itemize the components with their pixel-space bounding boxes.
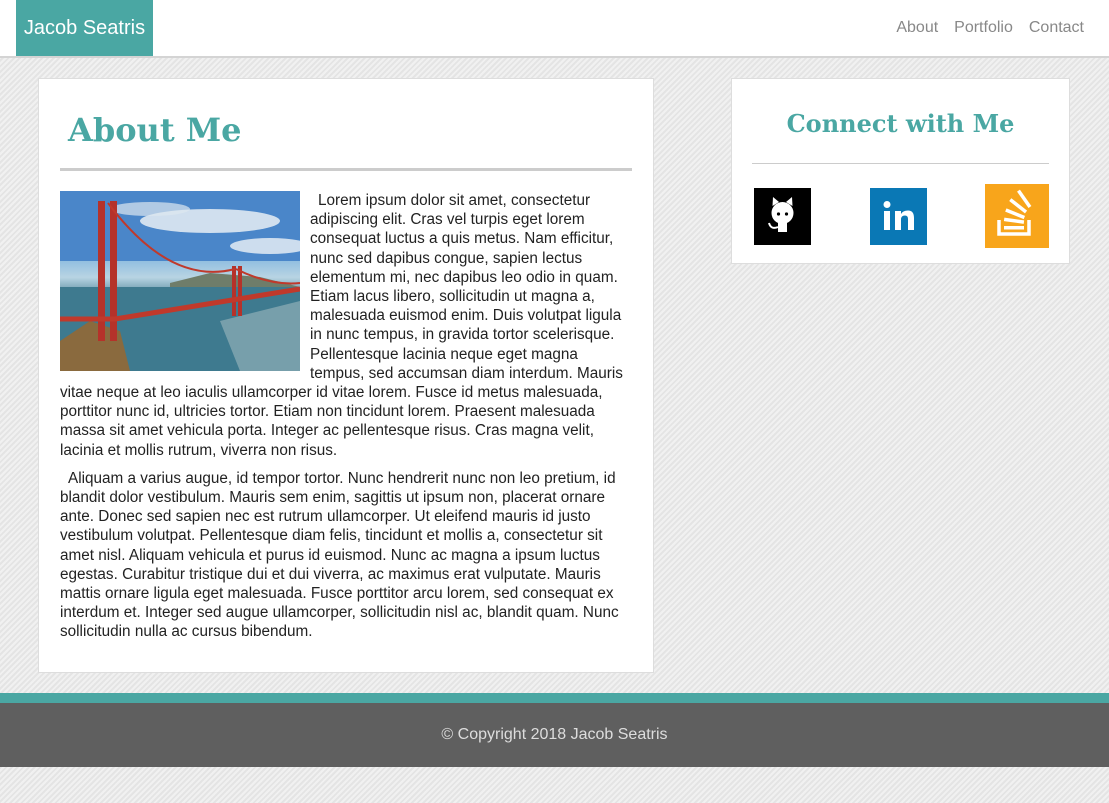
footer-accent-bar bbox=[0, 693, 1109, 703]
nav-link-about[interactable]: About bbox=[896, 0, 938, 56]
about-paragraph-2: Aliquam a varius augue, id tempor tortor… bbox=[60, 469, 619, 641]
nav-link-portfolio[interactable]: Portfolio bbox=[954, 0, 1013, 56]
linkedin-icon[interactable] bbox=[870, 187, 927, 245]
about-divider bbox=[60, 168, 632, 171]
golden-gate-photo bbox=[60, 191, 300, 371]
nav-links: About Portfolio Contact bbox=[880, 0, 1084, 56]
brand-link[interactable]: Jacob Seatris bbox=[16, 0, 153, 56]
nav-link-contact[interactable]: Contact bbox=[1029, 0, 1084, 56]
navbar: Jacob Seatris About Portfolio Contact bbox=[0, 0, 1109, 58]
about-title: About Me bbox=[68, 111, 242, 149]
about-card: About Me Lorem ipsum dolor sit amet, con… bbox=[38, 78, 654, 673]
social-links bbox=[752, 164, 1049, 248]
connect-card: Connect with Me bbox=[731, 78, 1070, 264]
about-body: Lorem ipsum dolor sit amet, consectetur … bbox=[60, 191, 632, 642]
copyright-text: © Copyright 2018 Jacob Seatris bbox=[441, 726, 668, 743]
connect-title: Connect with Me bbox=[786, 109, 1015, 138]
github-icon[interactable] bbox=[754, 187, 811, 245]
footer: © Copyright 2018 Jacob Seatris bbox=[0, 703, 1109, 767]
stackoverflow-icon[interactable] bbox=[985, 183, 1049, 248]
